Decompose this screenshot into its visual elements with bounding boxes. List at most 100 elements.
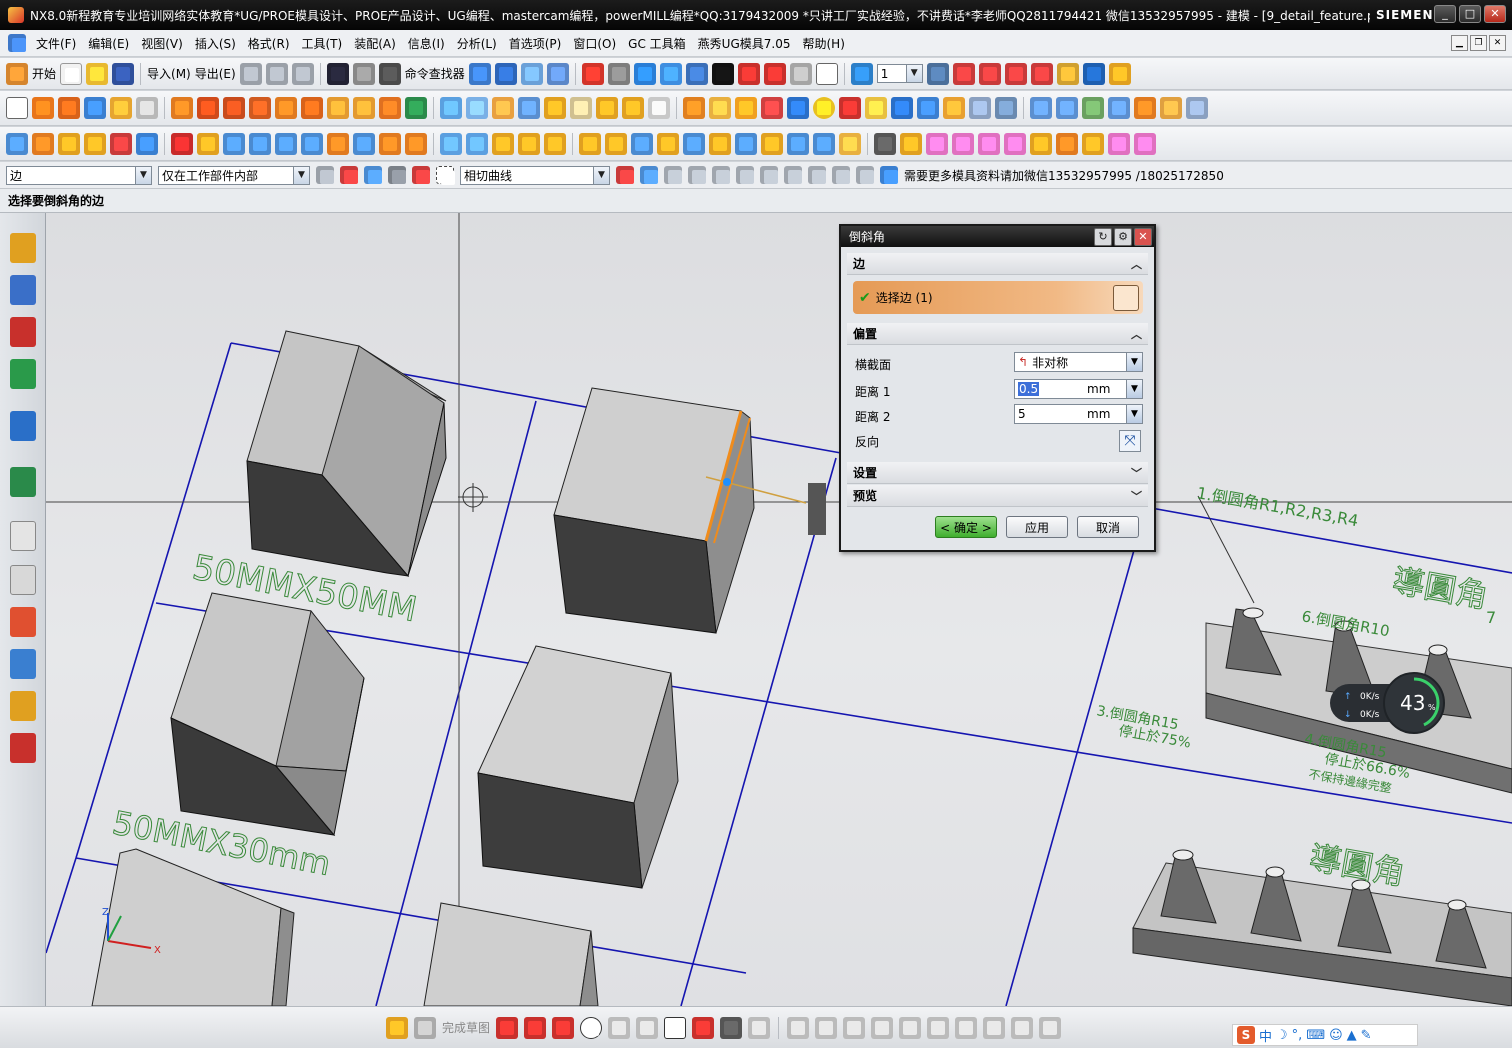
curve-rule-select[interactable]: 相切曲线 ▼ bbox=[460, 165, 610, 185]
cancel-button[interactable]: 取消 bbox=[1077, 516, 1139, 538]
constraint-icon[interactable] bbox=[955, 1016, 978, 1039]
background-icon[interactable] bbox=[815, 62, 838, 85]
cylinder-icon[interactable] bbox=[110, 97, 132, 119]
sprue-icon[interactable] bbox=[605, 132, 627, 155]
sketch-spline-icon[interactable] bbox=[692, 1016, 715, 1039]
cooling-icon[interactable] bbox=[631, 132, 653, 155]
menu-help[interactable]: 帮助(H) bbox=[796, 35, 850, 52]
menu-edit[interactable]: 编辑(E) bbox=[82, 35, 135, 52]
y-split-icon[interactable] bbox=[518, 132, 540, 155]
warning-icon[interactable] bbox=[900, 132, 922, 155]
process-studio-icon[interactable] bbox=[10, 607, 36, 637]
pattern-icon[interactable] bbox=[379, 97, 401, 119]
constraint-navigator-icon[interactable] bbox=[10, 275, 36, 305]
split-body-icon[interactable] bbox=[492, 97, 514, 119]
snap-icon[interactable] bbox=[466, 132, 488, 155]
edge-section-header[interactable]: 边 ︿ bbox=[847, 253, 1148, 275]
electrode-9-icon[interactable] bbox=[1134, 132, 1156, 155]
select-all-icon[interactable] bbox=[388, 166, 406, 184]
shaded-icon[interactable] bbox=[633, 62, 656, 85]
plate-icon[interactable] bbox=[813, 132, 835, 155]
edit-display-icon[interactable] bbox=[546, 62, 569, 85]
extrude-icon[interactable] bbox=[32, 97, 54, 119]
offset-face-icon[interactable] bbox=[622, 97, 644, 119]
studio-surface-icon[interactable] bbox=[1160, 97, 1182, 119]
snap-on-curve-icon[interactable] bbox=[832, 166, 850, 184]
intersect-icon[interactable] bbox=[735, 97, 757, 119]
snap-existing-icon[interactable] bbox=[808, 166, 826, 184]
expand-icon[interactable]: ﹀ bbox=[1131, 488, 1142, 504]
open-folder-icon[interactable] bbox=[86, 62, 109, 85]
profile-icon[interactable] bbox=[496, 1016, 519, 1039]
combine-icon[interactable] bbox=[405, 97, 427, 119]
doc-restore-button[interactable]: ❐ bbox=[1470, 35, 1487, 51]
filter-reset-icon[interactable] bbox=[316, 166, 334, 184]
wcs-rotate-icon[interactable] bbox=[1004, 62, 1027, 85]
sketch-arc-icon[interactable] bbox=[552, 1016, 575, 1039]
f8-icon[interactable] bbox=[379, 132, 401, 155]
ok-button[interactable]: < 确定 > bbox=[935, 516, 997, 538]
user-icon[interactable]: ☺ bbox=[1329, 1028, 1343, 1043]
electrode-6-icon[interactable] bbox=[1056, 132, 1078, 155]
n-sided-icon[interactable] bbox=[1134, 97, 1156, 119]
reverse-direction-icon[interactable]: ⤧ bbox=[1119, 430, 1141, 452]
settings-gear-icon[interactable]: ⚙ bbox=[1114, 228, 1132, 246]
wcs-origin-icon[interactable] bbox=[952, 62, 975, 85]
measure-icon[interactable] bbox=[1082, 62, 1105, 85]
clock-icon[interactable] bbox=[10, 521, 36, 551]
ruled-icon[interactable] bbox=[1108, 97, 1130, 119]
color-palette-icon[interactable] bbox=[110, 132, 132, 155]
import-menu-button[interactable]: 导入(M) bbox=[147, 65, 191, 82]
snap-intersection-icon[interactable] bbox=[736, 166, 754, 184]
selection-scope-select[interactable]: 仅在工作部件内部 ▼ bbox=[158, 165, 310, 185]
sew-icon[interactable] bbox=[917, 97, 939, 119]
edge-blend-icon[interactable] bbox=[544, 97, 566, 119]
select-prev-icon[interactable] bbox=[364, 166, 382, 184]
sketch-line-icon[interactable] bbox=[524, 1016, 547, 1039]
bolt-icon[interactable] bbox=[787, 132, 809, 155]
stop-at-intersection-icon[interactable] bbox=[640, 166, 658, 184]
snap-mid-icon[interactable] bbox=[688, 166, 706, 184]
unite-icon[interactable] bbox=[683, 97, 705, 119]
mesh-surface-icon[interactable] bbox=[1056, 97, 1078, 119]
dimension-icon[interactable] bbox=[927, 1016, 950, 1039]
dialog-handle[interactable] bbox=[808, 483, 826, 535]
point-icon[interactable] bbox=[32, 132, 54, 155]
move-face-icon[interactable] bbox=[995, 97, 1017, 119]
tube-icon[interactable] bbox=[865, 97, 887, 119]
shell-icon[interactable] bbox=[596, 97, 618, 119]
menu-analysis[interactable]: 分析(L) bbox=[451, 35, 503, 52]
x-curve-icon[interactable] bbox=[405, 132, 427, 155]
cut-icon[interactable] bbox=[239, 62, 262, 85]
sketch-icon[interactable] bbox=[6, 97, 28, 119]
distance1-input[interactable]: 0.5 mm ▼ bbox=[1014, 379, 1143, 399]
distance2-input[interactable]: 5 mm ▼ bbox=[1014, 404, 1143, 424]
hole-icon[interactable] bbox=[171, 97, 193, 119]
section-view-icon[interactable] bbox=[737, 62, 760, 85]
undo-icon[interactable] bbox=[326, 62, 349, 85]
show-constraints-icon[interactable] bbox=[1011, 1016, 1034, 1039]
electrode-icon[interactable] bbox=[926, 132, 948, 155]
offset-section-header[interactable]: 偏置 ︿ bbox=[847, 323, 1148, 345]
part-navigator-icon[interactable] bbox=[10, 317, 36, 347]
auto-constraint-icon[interactable] bbox=[983, 1016, 1006, 1039]
block-chamfered-1[interactable] bbox=[246, 330, 447, 578]
sphere-icon[interactable] bbox=[813, 97, 835, 119]
snap-point-icon[interactable] bbox=[340, 166, 358, 184]
snap-on-face-icon[interactable] bbox=[856, 166, 874, 184]
moon-icon[interactable]: ☽ bbox=[1276, 1028, 1288, 1043]
scale-body-icon[interactable] bbox=[648, 97, 670, 119]
tools-icon[interactable]: ✎ bbox=[1361, 1028, 1372, 1043]
patch-icon[interactable] bbox=[943, 97, 965, 119]
block-cube[interactable] bbox=[477, 645, 679, 889]
arc-icon[interactable] bbox=[353, 132, 375, 155]
studio-icon[interactable] bbox=[789, 62, 812, 85]
electrode-3-icon[interactable] bbox=[978, 132, 1000, 155]
move-object-icon[interactable] bbox=[494, 62, 517, 85]
sketch-circle-icon[interactable] bbox=[580, 1016, 603, 1039]
reuse-library-icon[interactable] bbox=[10, 359, 36, 389]
revolve-icon[interactable] bbox=[58, 97, 80, 119]
electrode-5-icon[interactable] bbox=[1030, 132, 1052, 155]
doc-minimize-button[interactable]: ▁ bbox=[1451, 35, 1468, 51]
boss-icon[interactable] bbox=[197, 97, 219, 119]
